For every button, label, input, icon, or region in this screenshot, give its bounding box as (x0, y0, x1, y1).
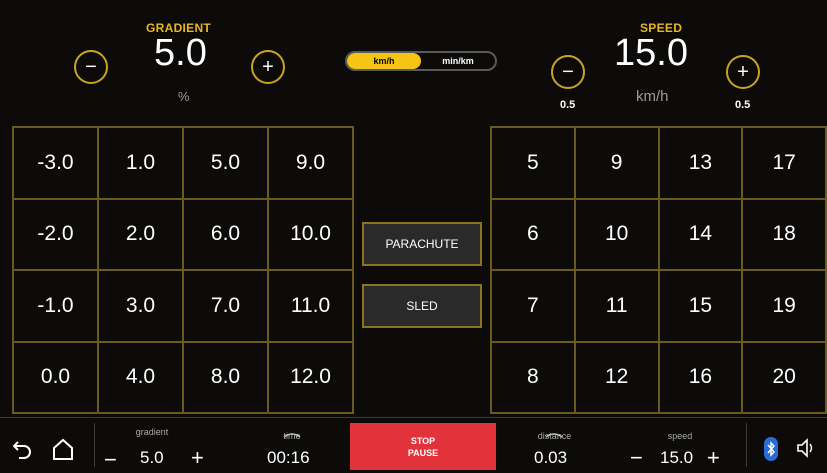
bottom-gradient-value: 5.0 (140, 448, 164, 467)
speed-unit: km/h (636, 88, 669, 105)
home-icon[interactable] (51, 437, 75, 466)
gradient-preset[interactable]: 12.0 (268, 341, 353, 413)
toggle-kmh[interactable]: km/h (347, 53, 421, 69)
speed-preset[interactable]: 10 (574, 198, 659, 270)
speed-preset[interactable]: 9 (574, 127, 659, 199)
gradient-minus-button[interactable]: − (74, 50, 108, 84)
pause-label: PAUSE (407, 447, 439, 458)
bottom-speed-plus[interactable]: + (707, 445, 720, 471)
gradient-preset[interactable]: 6.0 (183, 198, 268, 270)
speed-preset[interactable]: 18 (742, 198, 826, 270)
gradient-preset[interactable]: -2.0 (13, 198, 98, 270)
gradient-preset[interactable]: 5.0 (183, 127, 268, 199)
bottom-time-label: time (283, 431, 301, 441)
gradient-preset[interactable]: 2.0 (98, 198, 183, 270)
gradient-preset[interactable]: 11.0 (268, 270, 353, 342)
bottom-speed-value: 15.0 (660, 448, 694, 467)
toggle-minkm[interactable]: min/km (421, 53, 495, 69)
speed-preset[interactable]: 8 (491, 341, 575, 413)
gradient-preset[interactable]: 7.0 (183, 270, 268, 342)
gradient-preset-grid: -3.0 1.0 5.0 9.0 -2.0 2.0 6.0 10.0 -1.0 … (12, 126, 354, 414)
speed-preset[interactable]: 19 (742, 270, 826, 342)
speed-preset[interactable]: 14 (658, 198, 743, 270)
speaker-icon[interactable] (796, 437, 816, 464)
speed-minus-button[interactable]: − (551, 55, 585, 89)
parachute-button[interactable]: PARACHUTE (362, 222, 482, 266)
bottom-time-value: 00:16 (267, 448, 310, 467)
gradient-preset[interactable]: -1.0 (13, 270, 98, 342)
speed-preset[interactable]: 16 (658, 341, 743, 413)
gradient-preset[interactable]: 9.0 (268, 127, 353, 199)
gradient-unit: % (178, 89, 190, 104)
speed-preset[interactable]: 5 (491, 127, 575, 199)
gradient-preset[interactable]: 4.0 (98, 341, 183, 413)
bottom-speed-label: speed (667, 431, 693, 441)
speed-value: 15.0 (614, 32, 688, 74)
bottom-distance-value: 0.03 (534, 448, 568, 467)
speed-preset[interactable]: 15 (658, 270, 743, 342)
bottom-speed-minus[interactable]: − (630, 445, 643, 471)
speed-preset-grid: 5 9 13 17 6 10 14 18 7 11 15 19 8 12 16 … (490, 126, 827, 414)
bluetooth-icon[interactable] (764, 437, 778, 466)
unit-toggle[interactable]: km/h min/km (345, 51, 497, 71)
speed-preset[interactable]: 11 (574, 270, 659, 342)
stop-label: STOP (410, 435, 436, 446)
bottom-distance-label: distance (537, 431, 572, 441)
bottom-gradient-minus[interactable]: − (104, 447, 117, 473)
stop-pause-button[interactable]: STOP PAUSE (350, 423, 496, 470)
gradient-preset[interactable]: 10.0 (268, 198, 353, 270)
gradient-plus-button[interactable]: + (251, 50, 285, 84)
gradient-preset[interactable]: 1.0 (98, 127, 183, 199)
gradient-preset[interactable]: -3.0 (13, 127, 98, 199)
speed-preset[interactable]: 13 (658, 127, 743, 199)
bottom-gradient-plus[interactable]: + (191, 445, 204, 471)
speed-plus-button[interactable]: + (726, 55, 760, 89)
speed-preset[interactable]: 6 (491, 198, 575, 270)
speed-preset[interactable]: 20 (742, 341, 826, 413)
speed-step-left: 0.5 (560, 99, 576, 111)
speed-preset[interactable]: 17 (742, 127, 826, 199)
gradient-preset[interactable]: 8.0 (183, 341, 268, 413)
back-icon[interactable] (12, 438, 33, 465)
gradient-value: 5.0 (154, 32, 207, 74)
speed-step-right: 0.5 (735, 99, 751, 111)
speed-preset[interactable]: 12 (574, 341, 659, 413)
gradient-preset[interactable]: 3.0 (98, 270, 183, 342)
gradient-preset[interactable]: 0.0 (13, 341, 98, 413)
speed-preset[interactable]: 7 (491, 270, 575, 342)
sled-button[interactable]: SLED (362, 284, 482, 328)
bottom-gradient-label: gradient (135, 427, 169, 437)
